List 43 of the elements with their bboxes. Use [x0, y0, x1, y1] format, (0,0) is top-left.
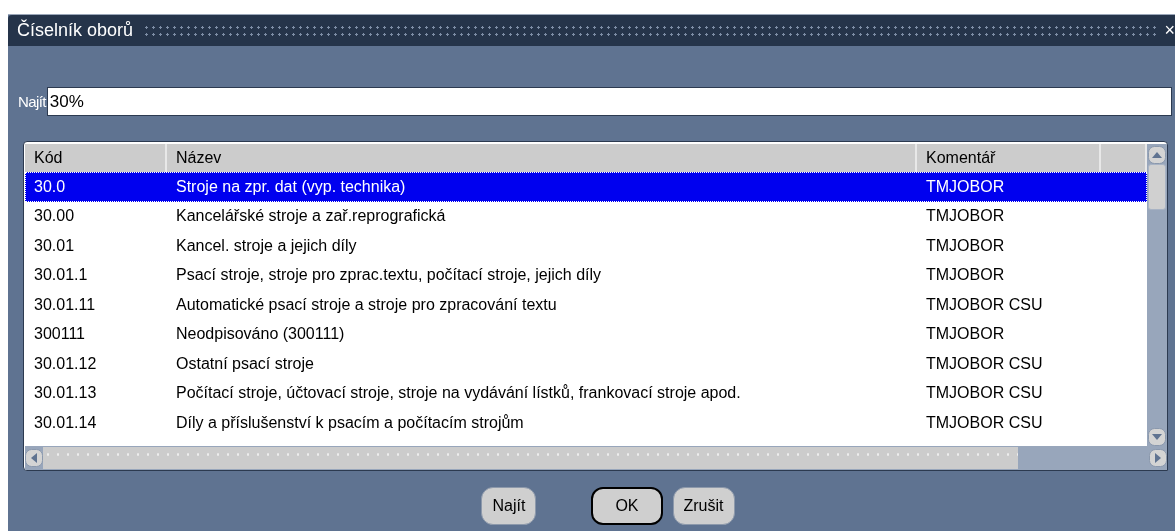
- table-cell-text: TMJOBOR CSU: [925, 353, 1044, 374]
- table-cell-text: Kancel. stroje a jejich díly: [175, 235, 358, 256]
- table-cell-text: Díly a příslušenství k psacím a počítacím strojům: [175, 412, 525, 433]
- table-cell-text: TMJOBOR: [925, 235, 1006, 256]
- table-cell-text: TMJOBOR CSU: [925, 294, 1044, 315]
- table-cell-text: TMJOBOR CSU: [925, 412, 1044, 433]
- vertical-scrollbar[interactable]: [1147, 144, 1167, 446]
- scroll-down-icon[interactable]: [1148, 428, 1166, 446]
- table-cell-text: TMJOBOR: [925, 176, 1006, 197]
- table-cell-text: 30.01: [33, 235, 76, 256]
- table-cell-text: 30.00: [33, 206, 76, 227]
- table-cell-text: 300111: [33, 324, 86, 345]
- table-cell-text: 30.01.12: [33, 353, 98, 374]
- table-cell-text: 30.01.11: [33, 294, 97, 315]
- table-cell-text: 30.0: [33, 176, 67, 197]
- table-cell-text: 30.01.14: [33, 412, 98, 433]
- ok-button[interactable]: OK: [591, 487, 663, 525]
- table-cell-text: TMJOBOR: [925, 324, 1006, 345]
- scroll-thumb[interactable]: [1148, 164, 1166, 210]
- table-cell-text: Neodpisováno (300111): [175, 324, 346, 345]
- table-cell-text: Kancelářské stroje a zař.reprografická: [175, 206, 447, 227]
- dialog-button[interactable]: Zrušit: [672, 487, 735, 525]
- table-row[interactable]: 30.0 Stroje na zpr. dat (vyp. technika) TMJOBOR: [25, 172, 1147, 202]
- scroll-thumb[interactable]: [43, 447, 1018, 469]
- scroll-left-icon[interactable]: [25, 449, 43, 467]
- scroll-right-icon[interactable]: [1149, 449, 1167, 467]
- table-cell-text: TMJOBOR CSU: [925, 383, 1044, 404]
- close-button[interactable]: ×: [1160, 20, 1175, 41]
- search-field[interactable]: 30%: [46, 87, 1172, 116]
- scroll-up-icon[interactable]: [1148, 146, 1166, 164]
- table-cell-text: Automatické psací stroje a stroje pro zpracování textu: [175, 294, 558, 315]
- table-cell-text: Stroje na zpr. dat (vyp. technika): [175, 176, 407, 197]
- table-cell-text: Psací stroje, stroje pro zprac.textu, počítací stroje, jejich díly: [175, 265, 603, 286]
- dialog-button[interactable]: Najít: [481, 487, 537, 525]
- table-cell-text: 30.01.13: [33, 383, 98, 404]
- table-cell-text: TMJOBOR: [925, 265, 1006, 286]
- window-title: Číselník oborů: [16, 20, 135, 41]
- horizontal-scrollbar[interactable]: [25, 446, 1167, 470]
- table-cell-text: Ostatní psací stroje: [175, 353, 315, 374]
- table-cell-text: 30.01.1: [33, 265, 89, 286]
- table-cell-text: Počítací stroje, účtovací stroje, stroje na vydávání lístků, frankovací stroje apod.: [175, 383, 742, 404]
- table-cell-text: TMJOBOR: [925, 206, 1006, 227]
- search-label: Najít: [17, 93, 47, 110]
